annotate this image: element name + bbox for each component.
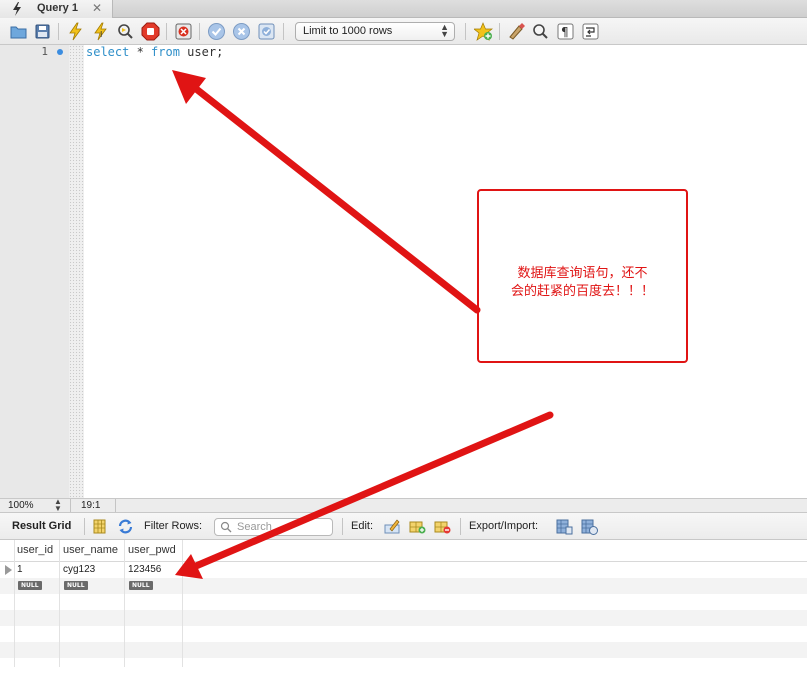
keyword-select: select xyxy=(86,45,130,59)
add-snippet-icon[interactable] xyxy=(474,22,493,41)
open-folder-icon[interactable] xyxy=(9,22,28,41)
empty-row xyxy=(0,658,807,674)
execute-icon[interactable] xyxy=(66,22,85,41)
zoom-stepper-icon[interactable]: ▲ ▼ xyxy=(54,498,62,513)
edit-row-icon[interactable] xyxy=(384,518,401,535)
current-row-indicator-icon xyxy=(5,565,12,575)
rollback-icon[interactable] xyxy=(232,22,251,41)
toggle-error-icon[interactable] xyxy=(174,22,193,41)
null-badge[interactable]: NULL xyxy=(64,581,88,590)
editor-status-bar: 100% ▲ ▼ 19:1 xyxy=(0,498,807,513)
beautify-icon[interactable] xyxy=(507,22,526,41)
keyword-from: from xyxy=(151,45,180,59)
stop-icon[interactable] xyxy=(141,22,160,41)
table-row[interactable]: NULL NULL NULL xyxy=(0,578,807,594)
code-text: * xyxy=(129,45,152,59)
search-icon xyxy=(220,521,232,533)
limit-rows-select[interactable]: Limit to 1000 rows ▲ ▼ xyxy=(295,22,455,41)
lightning-icon xyxy=(13,2,21,16)
edit-label: Edit: xyxy=(351,520,374,532)
grid-header-row: user_id user_name user_pwd xyxy=(0,540,807,562)
empty-row xyxy=(0,610,807,626)
table-cell[interactable]: cyg123 xyxy=(63,564,95,575)
filter-rows-label: Filter Rows: xyxy=(144,520,203,532)
execute-current-icon[interactable]: I xyxy=(91,22,110,41)
save-icon[interactable] xyxy=(33,22,52,41)
svg-text:I: I xyxy=(100,30,102,39)
invisible-chars-icon[interactable]: ¶ xyxy=(556,22,575,41)
empty-row xyxy=(0,594,807,610)
annotation-line-1: 数据库查询语句，还不 xyxy=(517,266,648,281)
query-toolbar: I Limit to 1000 rows ▲ ▼ ¶ xyxy=(0,18,807,45)
refresh-icon[interactable] xyxy=(117,518,134,535)
svg-text:¶: ¶ xyxy=(561,25,569,39)
null-badge[interactable]: NULL xyxy=(129,581,153,590)
tab-bar: Query 1 ✕ xyxy=(0,0,807,18)
result-grid[interactable]: user_id user_name user_pwd 1 cyg123 1234… xyxy=(0,540,807,667)
null-badge[interactable]: NULL xyxy=(18,581,42,590)
explain-icon[interactable] xyxy=(116,22,135,41)
editor-gutter xyxy=(0,45,69,498)
column-header[interactable]: user_pwd xyxy=(128,544,176,556)
result-grid-title[interactable]: Result Grid xyxy=(12,520,71,532)
column-header[interactable]: user_name xyxy=(63,544,118,556)
wrap-lines-icon[interactable] xyxy=(581,22,600,41)
cursor-position: 19:1 xyxy=(81,500,101,511)
annotation-callout: 数据库查询语句，还不 会的赶紧的百度去！！！ xyxy=(477,189,688,363)
tab-query-1[interactable]: Query 1 ✕ xyxy=(0,0,113,18)
fold-strip xyxy=(69,45,84,498)
column-header[interactable]: user_id xyxy=(17,544,53,556)
commit-icon[interactable] xyxy=(207,22,226,41)
find-icon[interactable] xyxy=(531,22,550,41)
table-cell[interactable]: 1 xyxy=(17,564,23,575)
export-icon[interactable] xyxy=(556,518,573,535)
table-cell[interactable]: 123456 xyxy=(128,564,161,575)
close-tab-icon[interactable]: ✕ xyxy=(92,1,102,15)
code-text: user; xyxy=(179,45,224,59)
select-arrows-icon: ▲ ▼ xyxy=(440,22,449,39)
filter-rows-input[interactable]: Search xyxy=(214,518,333,536)
export-import-label: Export/Import: xyxy=(469,520,539,532)
code-line[interactable]: select * from user; xyxy=(86,45,223,59)
filter-placeholder: Search xyxy=(237,521,272,533)
zoom-level: 100% xyxy=(8,500,34,511)
limit-rows-label: Limit to 1000 rows xyxy=(303,25,393,37)
delete-row-icon[interactable] xyxy=(434,518,451,535)
import-icon[interactable] xyxy=(581,518,598,535)
annotation-text: 数据库查询语句，还不 会的赶紧的百度去！！！ xyxy=(479,265,686,301)
tab-title: Query 1 xyxy=(37,2,78,14)
line-number: 1 xyxy=(41,45,48,58)
empty-row xyxy=(0,626,807,642)
sql-editor[interactable] xyxy=(84,45,807,498)
annotation-line-2: 会的赶紧的百度去！！！ xyxy=(510,284,654,299)
table-row[interactable]: 1 cyg123 123456 xyxy=(0,562,807,578)
empty-row xyxy=(0,642,807,658)
autocommit-icon[interactable] xyxy=(257,22,276,41)
add-row-icon[interactable] xyxy=(409,518,426,535)
statement-marker-icon xyxy=(57,49,63,55)
result-toolbar: Result Grid Filter Rows: Search Edit: Ex… xyxy=(0,513,807,540)
grid-layout-icon[interactable] xyxy=(91,518,108,535)
